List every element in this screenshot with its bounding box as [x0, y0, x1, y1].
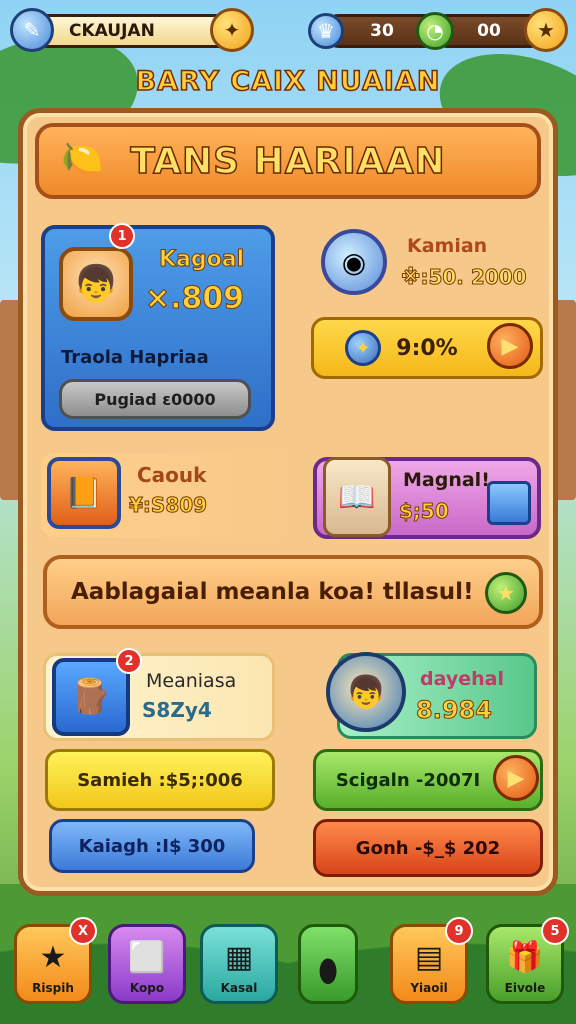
magnal-item[interactable]: 📖 Magnal! $;50 [313, 457, 541, 539]
gear-icon: ✦ [345, 330, 381, 366]
arrow-right-icon[interactable]: ▶ [487, 323, 533, 369]
nav-badge: 9 [445, 917, 473, 945]
nav-shop-button[interactable]: ⬜ Kopo [108, 924, 186, 1004]
notification-badge: 1 [109, 223, 135, 249]
fruit-mascot-icon: 🍋 [61, 139, 104, 179]
panel-header: 🍋 TANS HARIAAN [35, 123, 541, 199]
kamian-item[interactable]: ◉ Kamian ※:50. 2000 [303, 225, 543, 325]
magnal-name: Magnal! [403, 469, 490, 491]
cube-icon: ⬜ [128, 940, 166, 975]
notification-badge: 2 [116, 648, 142, 674]
kamian-price: ※:50. 2000 [401, 265, 527, 290]
gift-icon: 🎁 [506, 940, 544, 975]
wood-log-icon: 🪵 [52, 658, 130, 736]
top-bar: CKAUJAN ✎ ✦ 30 ♛ 00 ◔ ★ [10, 8, 568, 54]
dayehal-red-button[interactable]: Gonh -$_$ 202 [313, 819, 543, 877]
character-avatar-icon: 👦 [59, 247, 133, 321]
star-settings-icon[interactable]: ★ [524, 8, 568, 52]
daily-tasks-panel: 🍋 TANS HARIAAN 👦 1 Kagoal ×.809 Traola H… [18, 108, 558, 896]
nav-map-button[interactable]: ⬮ [298, 924, 358, 1004]
featured-value: ×.809 [144, 281, 245, 317]
profile-icon[interactable]: ✎ [10, 8, 54, 52]
meaniosa-value: S8Zy4 [142, 698, 212, 722]
featured-action-button[interactable]: Pugiad ε0000 [59, 379, 251, 419]
nav-settings-button[interactable]: 🎁 Eivole 5 [486, 917, 569, 1004]
blue-blocks-icon [487, 481, 531, 525]
treasure-book-icon: 📙 [47, 457, 121, 529]
nav-label: Eivole [504, 981, 546, 995]
promo-banner[interactable]: Aablagaial meanla koa! tllasul! ★ [43, 555, 543, 629]
dayehal-item[interactable]: 👦 dayehal 8.984 [326, 652, 537, 739]
kamian-progress-label: 9:0% [396, 335, 458, 361]
spellbook-icon: 📖 [323, 457, 391, 537]
trophy-icon[interactable]: ♛ [308, 13, 344, 49]
player-name: CKAUJAN [69, 21, 155, 41]
featured-subtitle: Traola Hapriaa [61, 347, 209, 368]
game-title: BARY CAIX NUAIAN [135, 65, 441, 98]
nav-label: Kasal [220, 981, 258, 995]
meaniosa-yellow-button[interactable]: Samieh :$5;:006 [45, 749, 275, 811]
nav-label: Rispih [32, 981, 74, 995]
meaniosa-name: Meaniasa [146, 670, 237, 692]
meaniosa-blue-button[interactable]: Kaiagh :I$ 300 [49, 819, 255, 873]
coin-icon[interactable]: ✦ [210, 8, 254, 52]
dayehal-name: dayehal [420, 668, 504, 690]
arrow-right-icon[interactable]: ▶ [493, 755, 539, 801]
star-icon[interactable]: ★ [485, 572, 527, 614]
cooik-price: ¥:S809 [128, 493, 208, 518]
nav-label: Yiaoil [410, 981, 448, 995]
nav-quests-button[interactable]: ▤ Yiaoil 9 [390, 917, 473, 1004]
nav-home-button[interactable]: ★ Rispih X [14, 917, 97, 1004]
orb-gem-icon: ◉ [321, 229, 387, 295]
cooik-item[interactable]: 📙 Caouk ¥:S809 [41, 453, 301, 537]
star-icon: ★ [39, 940, 67, 975]
crate-icon: ▦ [224, 940, 254, 975]
nav-inventory-button[interactable]: ▦ Kasal [200, 924, 278, 1004]
map-icon: ⬮ [318, 954, 338, 989]
nav-label: Kopo [129, 981, 165, 995]
cooik-name: Caouk [137, 463, 207, 487]
featured-name: Kagoal [158, 247, 245, 273]
timer-icon[interactable]: ◔ [416, 12, 454, 50]
scroll-icon: ▤ [414, 940, 444, 975]
kamian-name: Kamian [407, 235, 488, 257]
meaniosa-item[interactable]: 🪵 2 Meaniasa S8Zy4 [43, 648, 275, 741]
featured-reward-card[interactable]: 👦 1 Kagoal ×.809 Traola Hapriaa Pugiad ε… [41, 223, 275, 431]
dayehal-value: 8.984 [416, 696, 493, 725]
resource-2-value: 00 [477, 21, 501, 41]
nav-badge: X [69, 917, 97, 945]
nav-badge: 5 [541, 917, 569, 945]
dayehal-green-label: Scigaln -2007I [335, 769, 481, 791]
panel-title: TANS HARIAAN [130, 140, 446, 183]
banner-text: Aablagaial meanla koa! tllasul! [71, 579, 474, 605]
resource-1-value: 30 [370, 21, 394, 41]
character-capsule-icon: 👦 [326, 652, 406, 732]
bottom-nav: ★ Rispih X ⬜ Kopo ▦ Kasal ⬮ ▤ Yiaoil 9 🎁… [0, 917, 576, 1016]
magnal-price: $;50 [399, 499, 450, 524]
